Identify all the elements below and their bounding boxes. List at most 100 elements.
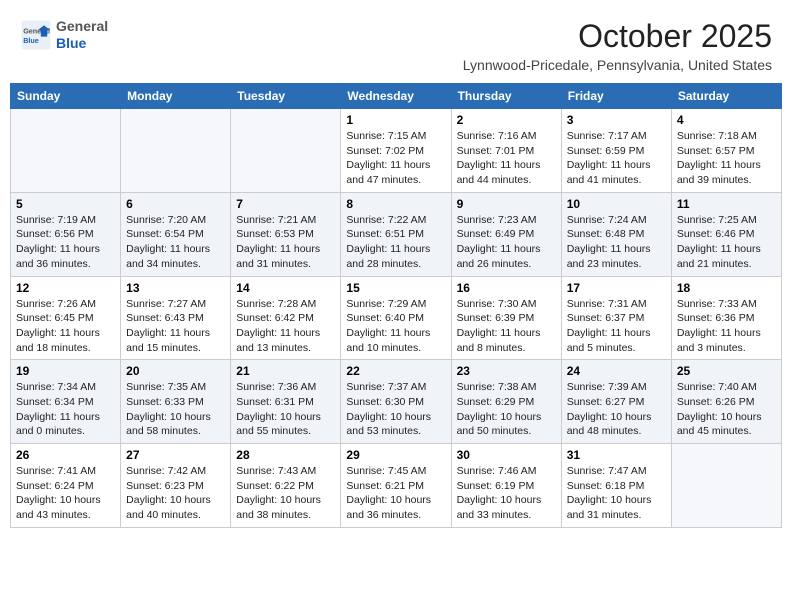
day-info: Sunrise: 7:16 AM Sunset: 7:01 PM Dayligh… (457, 129, 556, 188)
day-info: Sunrise: 7:34 AM Sunset: 6:34 PM Dayligh… (16, 380, 115, 439)
day-number: 14 (236, 281, 335, 295)
weekday-header-row: SundayMondayTuesdayWednesdayThursdayFrid… (11, 84, 782, 109)
page-header: General Blue General Blue October 2025 L… (10, 10, 782, 77)
day-info: Sunrise: 7:17 AM Sunset: 6:59 PM Dayligh… (567, 129, 666, 188)
calendar-cell: 5Sunrise: 7:19 AM Sunset: 6:56 PM Daylig… (11, 192, 121, 276)
day-number: 2 (457, 113, 556, 127)
calendar-cell (231, 109, 341, 193)
day-number: 30 (457, 448, 556, 462)
svg-text:Blue: Blue (23, 36, 39, 45)
calendar-cell: 8 Sunrise: 7:22 AM Sunset: 6:51 PM Daylig… (341, 192, 451, 276)
day-number: 3 (567, 113, 666, 127)
day-number: 21 (236, 364, 335, 378)
weekday-header-wednesday: Wednesday (341, 84, 451, 109)
day-number: 7 (236, 197, 335, 211)
day-info: Sunrise: 7:38 AM Sunset: 6:29 PM Dayligh… (457, 380, 556, 439)
calendar-cell: 26 Sunrise: 7:41 AM Sunset: 6:24 PM Dayli… (11, 444, 121, 528)
location-text: Lynnwood-Pricedale, Pennsylvania, United… (463, 57, 772, 73)
logo-icon: General Blue (20, 19, 52, 51)
day-info: Sunrise: 7:29 AM Sunset: 6:40 PM Dayligh… (346, 297, 445, 356)
day-info: Sunrise: 7:35 AM Sunset: 6:33 PM Dayligh… (126, 380, 225, 439)
day-info: Sunrise: 7:26 AM Sunset: 6:45 PM Dayligh… (16, 297, 115, 356)
calendar-cell: 31 Sunrise: 7:47 AM Sunset: 6:18 PM Dayli… (561, 444, 671, 528)
calendar-cell: 20 Sunrise: 7:35 AM Sunset: 6:33 PM Dayli… (121, 360, 231, 444)
calendar-cell: 21Sunrise: 7:36 AM Sunset: 6:31 PM Dayli… (231, 360, 341, 444)
calendar-cell: 30Sunrise: 7:46 AM Sunset: 6:19 PM Dayli… (451, 444, 561, 528)
calendar-cell: 2 Sunrise: 7:16 AM Sunset: 7:01 PM Daylig… (451, 109, 561, 193)
calendar-cell: 27 Sunrise: 7:42 AM Sunset: 6:23 PM Dayli… (121, 444, 231, 528)
day-info: Sunrise: 7:43 AM Sunset: 6:22 PM Dayligh… (236, 464, 335, 523)
day-number: 15 (346, 281, 445, 295)
calendar-week-2: 5Sunrise: 7:19 AM Sunset: 6:56 PM Daylig… (11, 192, 782, 276)
day-number: 25 (677, 364, 776, 378)
day-info: Sunrise: 7:33 AM Sunset: 6:36 PM Dayligh… (677, 297, 776, 356)
calendar-cell: 25 Sunrise: 7:40 AM Sunset: 6:26 PM Dayli… (671, 360, 781, 444)
day-info: Sunrise: 7:28 AM Sunset: 6:42 PM Dayligh… (236, 297, 335, 356)
day-number: 13 (126, 281, 225, 295)
day-info: Sunrise: 7:31 AM Sunset: 6:37 PM Dayligh… (567, 297, 666, 356)
calendar-cell: 23Sunrise: 7:38 AM Sunset: 6:29 PM Dayli… (451, 360, 561, 444)
day-number: 22 (346, 364, 445, 378)
day-number: 18 (677, 281, 776, 295)
day-number: 11 (677, 197, 776, 211)
day-info: Sunrise: 7:25 AM Sunset: 6:46 PM Dayligh… (677, 213, 776, 272)
calendar-cell: 3 Sunrise: 7:17 AM Sunset: 6:59 PM Daylig… (561, 109, 671, 193)
day-info: Sunrise: 7:22 AM Sunset: 6:51 PM Dayligh… (346, 213, 445, 272)
logo: General Blue General Blue (20, 18, 108, 52)
calendar-week-1: 1Sunrise: 7:15 AM Sunset: 7:02 PM Daylig… (11, 109, 782, 193)
day-number: 28 (236, 448, 335, 462)
calendar-cell: 24 Sunrise: 7:39 AM Sunset: 6:27 PM Dayli… (561, 360, 671, 444)
day-number: 19 (16, 364, 115, 378)
day-number: 8 (346, 197, 445, 211)
calendar-cell: 4Sunrise: 7:18 AM Sunset: 6:57 PM Daylig… (671, 109, 781, 193)
calendar-cell: 29Sunrise: 7:45 AM Sunset: 6:21 PM Dayli… (341, 444, 451, 528)
day-number: 26 (16, 448, 115, 462)
day-number: 24 (567, 364, 666, 378)
calendar-table: SundayMondayTuesdayWednesdayThursdayFrid… (10, 83, 782, 528)
day-number: 17 (567, 281, 666, 295)
calendar-cell (121, 109, 231, 193)
day-number: 12 (16, 281, 115, 295)
day-number: 6 (126, 197, 225, 211)
logo-general: General (56, 18, 108, 35)
month-title: October 2025 (463, 18, 772, 55)
calendar-cell: 15 Sunrise: 7:29 AM Sunset: 6:40 PM Dayli… (341, 276, 451, 360)
day-number: 4 (677, 113, 776, 127)
day-info: Sunrise: 7:24 AM Sunset: 6:48 PM Dayligh… (567, 213, 666, 272)
weekday-header-sunday: Sunday (11, 84, 121, 109)
calendar-cell: 13 Sunrise: 7:27 AM Sunset: 6:43 PM Dayli… (121, 276, 231, 360)
calendar-cell: 12 Sunrise: 7:26 AM Sunset: 6:45 PM Dayli… (11, 276, 121, 360)
day-number: 1 (346, 113, 445, 127)
day-number: 31 (567, 448, 666, 462)
calendar-week-3: 12 Sunrise: 7:26 AM Sunset: 6:45 PM Dayli… (11, 276, 782, 360)
day-info: Sunrise: 7:20 AM Sunset: 6:54 PM Dayligh… (126, 213, 225, 272)
day-info: Sunrise: 7:41 AM Sunset: 6:24 PM Dayligh… (16, 464, 115, 523)
calendar-cell: 10 Sunrise: 7:24 AM Sunset: 6:48 PM Dayli… (561, 192, 671, 276)
day-number: 27 (126, 448, 225, 462)
day-info: Sunrise: 7:30 AM Sunset: 6:39 PM Dayligh… (457, 297, 556, 356)
weekday-header-thursday: Thursday (451, 84, 561, 109)
day-number: 20 (126, 364, 225, 378)
day-info: Sunrise: 7:23 AM Sunset: 6:49 PM Dayligh… (457, 213, 556, 272)
day-info: Sunrise: 7:39 AM Sunset: 6:27 PM Dayligh… (567, 380, 666, 439)
day-info: Sunrise: 7:42 AM Sunset: 6:23 PM Dayligh… (126, 464, 225, 523)
day-info: Sunrise: 7:37 AM Sunset: 6:30 PM Dayligh… (346, 380, 445, 439)
calendar-week-4: 19 Sunrise: 7:34 AM Sunset: 6:34 PM Dayli… (11, 360, 782, 444)
logo-text: General Blue (56, 18, 108, 52)
calendar-cell: 1Sunrise: 7:15 AM Sunset: 7:02 PM Daylig… (341, 109, 451, 193)
calendar-cell: 28 Sunrise: 7:43 AM Sunset: 6:22 PM Dayli… (231, 444, 341, 528)
day-info: Sunrise: 7:19 AM Sunset: 6:56 PM Dayligh… (16, 213, 115, 272)
day-number: 16 (457, 281, 556, 295)
day-info: Sunrise: 7:40 AM Sunset: 6:26 PM Dayligh… (677, 380, 776, 439)
calendar-week-5: 26 Sunrise: 7:41 AM Sunset: 6:24 PM Dayli… (11, 444, 782, 528)
calendar-cell: 17 Sunrise: 7:31 AM Sunset: 6:37 PM Dayli… (561, 276, 671, 360)
calendar-cell: 9Sunrise: 7:23 AM Sunset: 6:49 PM Daylig… (451, 192, 561, 276)
day-info: Sunrise: 7:47 AM Sunset: 6:18 PM Dayligh… (567, 464, 666, 523)
calendar-cell: 16 Sunrise: 7:30 AM Sunset: 6:39 PM Dayli… (451, 276, 561, 360)
calendar-cell: 22 Sunrise: 7:37 AM Sunset: 6:30 PM Dayli… (341, 360, 451, 444)
day-info: Sunrise: 7:45 AM Sunset: 6:21 PM Dayligh… (346, 464, 445, 523)
calendar-cell: 11 Sunrise: 7:25 AM Sunset: 6:46 PM Dayli… (671, 192, 781, 276)
day-number: 10 (567, 197, 666, 211)
weekday-header-monday: Monday (121, 84, 231, 109)
day-info: Sunrise: 7:27 AM Sunset: 6:43 PM Dayligh… (126, 297, 225, 356)
